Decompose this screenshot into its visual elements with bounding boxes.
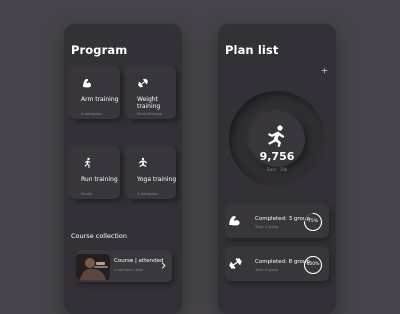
course-subtitle: 5 courses in total [114,268,144,272]
program-title: Program [71,43,128,57]
card-label: Weight training [137,96,161,111]
chevron-right-icon[interactable] [161,262,166,269]
progress-percent: 75% [307,219,318,224]
arm-training-card[interactable]: Arm training 6 categories [70,67,120,119]
weight-training-card[interactable]: Weight training Seven/Emerge [126,67,176,119]
plan-item-subtitle: Total: 8 group [255,268,279,272]
run-training-card[interactable]: Run training Stroke [70,147,120,199]
card-subtitle: 6 categories [81,112,103,116]
course-thumbnail [76,254,110,280]
plan-item-title: Completed: 3 group [255,216,310,222]
muscle-arm-icon [83,79,92,88]
plan-item-subtitle: Total: 4 group [255,225,279,229]
program-screen: Program Arm training 6 categories Weight… [64,24,182,314]
card-label: Run training [81,176,118,183]
step-count: 9,756 [259,150,295,163]
yoga-training-card[interactable]: Yoga training 3 categories [126,147,176,199]
course-collection-title: Course collection [71,232,127,240]
progress-percent: 100% [306,262,320,267]
plan-item[interactable]: Completed: 8 group Total: 8 group 100% [225,247,329,281]
card-subtitle: Stroke [81,192,92,196]
step-goal: Goal : 10k [266,167,288,172]
course-title: Course | attended [114,258,164,264]
muscle-arm-icon [229,216,240,226]
running-icon [84,157,91,168]
plan-list-title: Plan list [225,43,279,57]
yoga-icon [139,157,147,167]
dumbbell-icon [229,258,242,269]
dumbbell-icon [137,78,149,88]
card-label: Arm training [81,96,119,103]
card-subtitle: 3 categories [137,192,159,196]
card-subtitle: Seven/Emerge [137,112,162,116]
plus-icon[interactable] [321,67,328,74]
plan-list-screen: Plan list 9,756 Goal : 10k Completed: 3 … [218,24,336,314]
plan-item[interactable]: Completed: 3 group Total: 4 group 75% [225,204,329,238]
card-label: Yoga training [137,176,177,183]
running-icon [268,125,285,147]
course-card[interactable]: Course | attended 5 courses in total [76,250,172,282]
plan-item-title: Completed: 8 group [255,259,310,265]
